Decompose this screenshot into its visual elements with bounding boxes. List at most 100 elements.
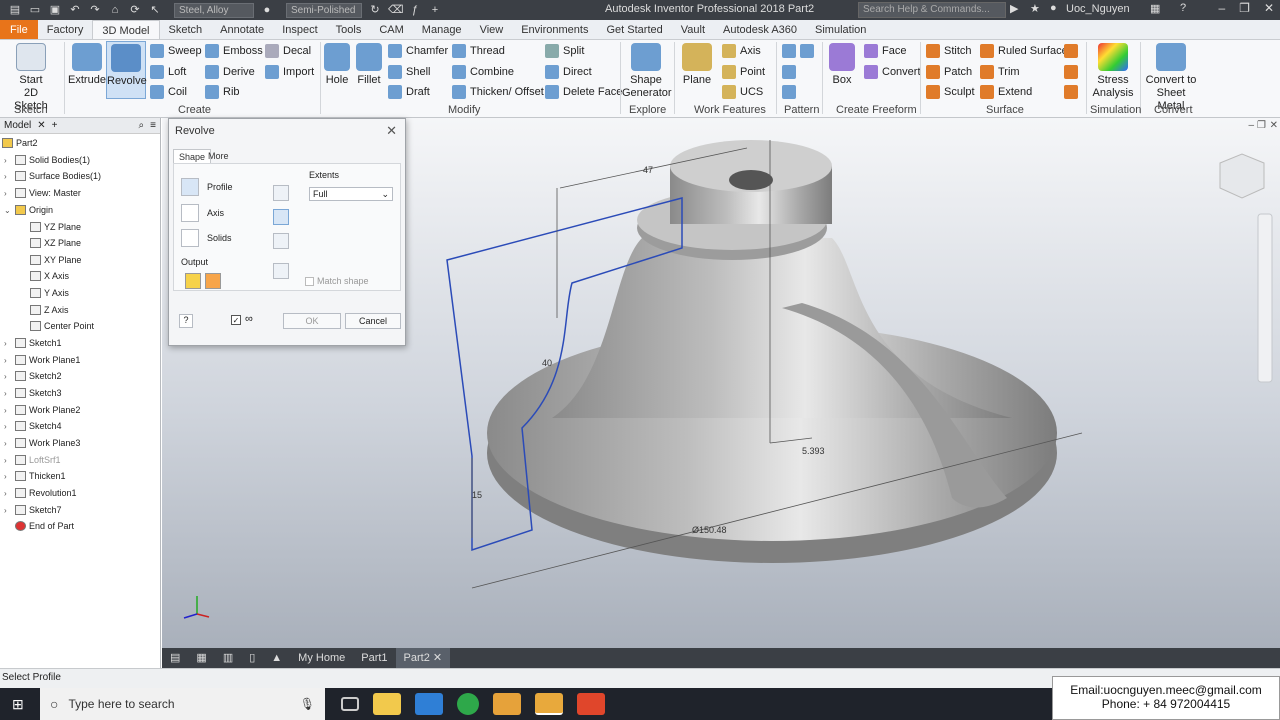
appearance-dropdown[interactable]: Semi-Polished	[286, 2, 362, 18]
home-icon[interactable]: ⌂	[108, 4, 122, 16]
update-icon[interactable]: ⟳	[128, 4, 142, 16]
operation-cut-icon[interactable]	[273, 209, 289, 225]
tree-node-work-plane2[interactable]: › Work Plane2	[4, 405, 80, 415]
stress-analysis-button[interactable]: Stress Analysis	[1090, 43, 1136, 100]
doc-tab-home[interactable]: My Home	[290, 648, 353, 668]
add-icon[interactable]: +	[428, 4, 442, 16]
extents-dropdown[interactable]: Full ⌄	[309, 187, 393, 201]
tree-node-sketch7[interactable]: › Sketch7	[4, 505, 62, 515]
tree-node-loftsrf1[interactable]: › LoftSrf1	[4, 455, 61, 465]
recorder-app-icon[interactable]	[577, 693, 605, 715]
tree-node-work-plane3[interactable]: › Work Plane3	[4, 438, 80, 448]
mirror-icon[interactable]	[782, 85, 796, 99]
expand-icon[interactable]: ›	[4, 339, 12, 348]
tile-vertical-icon[interactable]: ▯	[241, 648, 263, 668]
match-shape-checkbox[interactable]	[305, 277, 314, 286]
split-button[interactable]: Split	[545, 44, 584, 58]
extrude-button[interactable]: Extrude	[68, 43, 106, 87]
combine-button[interactable]: Combine	[452, 65, 514, 79]
axis-select-icon[interactable]	[181, 204, 199, 222]
expand-icon[interactable]: ›	[4, 489, 12, 498]
tree-node-sketch2[interactable]: › Sketch2	[4, 371, 62, 381]
tile-stack-icon[interactable]: ▥	[215, 648, 241, 668]
tree-node-center-point[interactable]: Center Point	[30, 321, 94, 331]
navigation-bar[interactable]	[1257, 213, 1273, 383]
expand-icon[interactable]: ›	[4, 156, 12, 165]
trim-button[interactable]: Trim	[980, 65, 1020, 79]
axis-button[interactable]: Axis	[722, 44, 761, 58]
tree-node-revolution1[interactable]: › Revolution1	[4, 488, 77, 498]
start-sketch-button[interactable]: Start 2D Sketch	[6, 43, 56, 113]
coil-button[interactable]: Coil	[150, 85, 187, 99]
play-icon[interactable]: ▶	[1010, 2, 1018, 15]
surface-extra-icon-1[interactable]	[1064, 44, 1078, 58]
material-dropdown[interactable]: Steel, Alloy	[174, 2, 254, 18]
help-icon[interactable]: ?	[1180, 2, 1186, 14]
taskbar-search-box[interactable]: ○ Type here to search 🎙	[40, 688, 325, 720]
user-name[interactable]: Uoc_Nguyen	[1066, 3, 1130, 15]
tab-get-started[interactable]: Get Started	[597, 20, 671, 39]
operation-intersect-icon[interactable]	[273, 233, 289, 249]
tree-node-origin[interactable]: ⌄ Origin	[4, 205, 53, 215]
clear-icon[interactable]: ⌫	[388, 4, 404, 16]
minimize-icon[interactable]: –	[1218, 1, 1225, 15]
rib-button[interactable]: Rib	[205, 85, 240, 99]
tree-node-y-axis[interactable]: Y Axis	[30, 288, 69, 298]
tree-node-solid-bodies[interactable]: › Solid Bodies(1)	[4, 155, 90, 165]
stitch-button[interactable]: Stitch	[926, 44, 972, 58]
hole-button[interactable]: Hole	[322, 43, 352, 87]
axis-selector[interactable]: Axis	[181, 204, 224, 222]
tree-node-z-axis[interactable]: Z Axis	[30, 305, 69, 315]
shell-button[interactable]: Shell	[388, 65, 430, 79]
tab-cam[interactable]: CAM	[370, 20, 412, 39]
collapse-icon[interactable]: ⌄	[4, 206, 12, 215]
browser-app-icon[interactable]	[457, 693, 479, 715]
viewport-minimize-icon[interactable]: –	[1248, 120, 1254, 131]
derive-button[interactable]: Derive	[205, 65, 255, 79]
file-explorer-icon[interactable]	[373, 693, 401, 715]
help-search-input[interactable]: Search Help & Commands...	[858, 2, 1006, 18]
tree-node-sketch1[interactable]: › Sketch1	[4, 338, 62, 348]
open-folder-icon[interactable]: ▭	[28, 4, 42, 16]
tab-3d-model[interactable]: 3D Model	[92, 20, 160, 39]
decal-button[interactable]: Decal	[265, 44, 311, 58]
tab-factory[interactable]: Factory	[38, 20, 93, 39]
close-icon[interactable]: ✕	[37, 120, 45, 131]
output-solid-icon[interactable]	[185, 273, 201, 289]
windows-start-icon[interactable]: ⊞	[12, 696, 24, 713]
tree-node-sketch3[interactable]: › Sketch3	[4, 388, 62, 398]
new-file-icon[interactable]: ▤	[8, 4, 22, 16]
maximize-icon[interactable]: ❐	[1239, 1, 1250, 15]
viewport-close-icon[interactable]: ✕	[1270, 120, 1278, 131]
adjust-icon[interactable]: ↻	[368, 4, 382, 16]
tree-node-x-axis[interactable]: X Axis	[30, 271, 69, 281]
browser-tab-model[interactable]: Model	[4, 120, 31, 131]
tab-more[interactable]: More	[203, 149, 234, 163]
more-tabs-icon[interactable]: ▲	[263, 648, 290, 668]
dimension-15[interactable]: 15	[472, 490, 482, 500]
tile-horizontal-icon[interactable]: ▤	[162, 648, 188, 668]
task-view-icon[interactable]	[341, 697, 359, 711]
tree-node-xz-plane[interactable]: XZ Plane	[30, 238, 81, 248]
inventor-app-icon[interactable]	[535, 693, 563, 715]
cancel-button[interactable]: Cancel	[345, 313, 401, 329]
expand-icon[interactable]: ›	[4, 189, 12, 198]
dialog-close-icon[interactable]: ✕	[386, 123, 397, 139]
select-icon[interactable]: ↖	[148, 4, 162, 16]
tree-node-end-of-part[interactable]: End of Part	[4, 521, 74, 531]
emboss-button[interactable]: Emboss	[205, 44, 263, 58]
loft-button[interactable]: Loft	[150, 65, 186, 79]
operation-new-solid-icon[interactable]	[273, 263, 289, 279]
expand-icon[interactable]: ›	[4, 506, 12, 515]
tab-environments[interactable]: Environments	[512, 20, 597, 39]
redo-icon[interactable]: ↷	[88, 4, 102, 16]
ucs-button[interactable]: UCS	[722, 85, 763, 99]
box-button[interactable]: Box	[826, 43, 858, 87]
tree-node-sketch4[interactable]: › Sketch4	[4, 421, 62, 431]
thicken-offset-button[interactable]: Thicken/ Offset	[452, 85, 544, 99]
draft-button[interactable]: Draft	[388, 85, 430, 99]
revolve-button[interactable]: Revolve	[106, 41, 147, 99]
fx-icon[interactable]: ƒ	[408, 4, 422, 16]
preview-checkbox[interactable]: ✓	[231, 315, 241, 325]
tree-node-part[interactable]: Part2	[2, 138, 38, 148]
